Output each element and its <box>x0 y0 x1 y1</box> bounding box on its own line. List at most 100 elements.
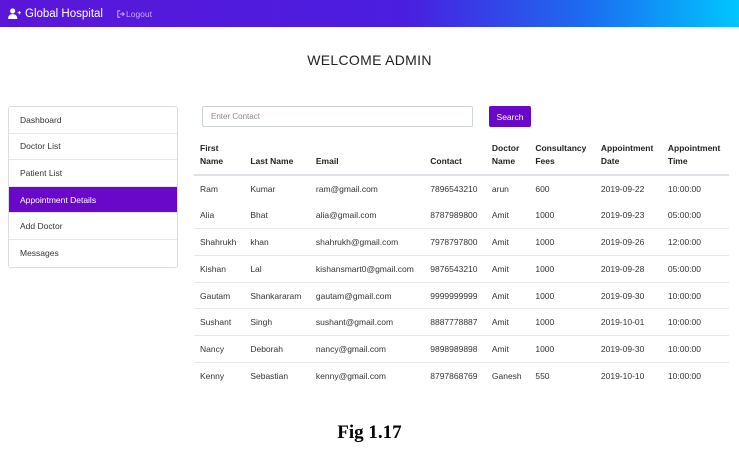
table-header-row: First Name Last Name Email Contact Doctor Name… <box>194 137 729 176</box>
column-header: Appointment Date <box>594 137 662 176</box>
table-cell: Shahrukh <box>194 228 245 256</box>
sidebar-item-label: Appointment Details <box>20 194 97 205</box>
table-cell: 8787989800 <box>430 209 478 220</box>
sidebar-item-patient-list[interactable]: Patient List <box>9 160 177 187</box>
column-header: Email <box>309 137 425 176</box>
sidebar-item-label: Patient List <box>20 167 63 178</box>
sidebar-item-label: Doctor List <box>20 141 61 152</box>
sidebar-item-label: Messages <box>20 248 59 259</box>
brand-link[interactable]: Global Hospital <box>8 8 103 20</box>
table-cell: Bhat <box>250 209 268 220</box>
table-cell: Amit <box>485 281 530 309</box>
table-cell: 1000 <box>529 335 595 363</box>
table-cell: 1000 <box>529 228 595 256</box>
table-cell: Nancy <box>194 335 245 363</box>
table-cell: Sebastian <box>244 362 310 390</box>
search-button[interactable]: Search <box>489 106 531 127</box>
page-title: WELCOME ADMIN <box>307 52 432 68</box>
table-row: Ram Kumar ram@gmail.com 7896543210 arun 600 20… <box>194 174 729 202</box>
table-cell: Kenny <box>194 362 245 390</box>
table-cell: 10:00:00 <box>661 362 729 390</box>
sidebar-item-add-doctor[interactable]: Add Doctor <box>9 213 177 240</box>
table-row: Nancy Deborah nancy@gmail.com 9898989898 Ami… <box>194 335 729 363</box>
table-cell: Shankararam <box>244 281 310 309</box>
table-cell: 2019-10-10 <box>594 362 662 390</box>
table-cell: ram@gmail.com <box>309 174 425 202</box>
table-cell: Ram <box>194 174 245 202</box>
table-cell: gautam@gmail.com <box>309 281 425 309</box>
table-cell: sushant@gmail.com <box>309 308 425 336</box>
table-cell: 2019-09-26 <box>594 228 662 256</box>
logout-label: Logout <box>125 8 152 19</box>
table-cell: 1000 <box>529 281 595 309</box>
navbar: Global Hospital Logout <box>0 0 739 27</box>
column-header: Last Name <box>244 137 310 176</box>
table-cell: 2019-10-01 <box>594 308 662 336</box>
table-cell: Singh <box>244 308 310 336</box>
table-cell: Kumar <box>244 174 310 202</box>
sidebar-item-appointment-details[interactable]: Appointment Details <box>9 186 177 214</box>
table-cell: 600 <box>529 174 595 202</box>
table-cell: Alia <box>200 209 215 220</box>
table-cell: 2019-09-30 <box>594 335 662 363</box>
table-cell: 05:00:00 <box>661 254 729 283</box>
table-cell: 9898989898 <box>424 335 486 363</box>
appointment-table: First Name Last Name Email Contact Doctor Name… <box>194 137 729 390</box>
table-cell: 2019-09-30 <box>594 281 662 309</box>
table-cell: Gautam <box>194 281 245 309</box>
table-cell: Amit <box>485 308 530 336</box>
figure-caption: Fig 1.17 <box>337 422 402 443</box>
logout-link[interactable]: Logout <box>117 9 152 19</box>
table-cell: 2019-09-28 <box>594 254 662 283</box>
sidebar-item-dashboard[interactable]: Dashboard <box>9 107 177 134</box>
column-header: Contact <box>424 137 486 176</box>
table-cell: 9876543210 <box>424 254 486 283</box>
table-cell: khan <box>244 228 310 256</box>
table-cell: kenny@gmail.com <box>309 362 425 390</box>
table-cell: Ganesh <box>485 362 530 390</box>
table-cell: Amit <box>485 335 530 363</box>
table-cell: 8797868769 <box>424 362 486 390</box>
table-cell: Amit <box>485 228 530 256</box>
table-cell: 12:00:00 <box>661 228 729 256</box>
table-cell: arun <box>485 174 530 202</box>
contact-search-input[interactable] <box>202 106 473 127</box>
sidebar-item-doctor-list[interactable]: Doctor List <box>9 133 177 161</box>
table-cell: 550 <box>529 362 595 390</box>
sidebar-item-label: Dashboard <box>20 114 62 125</box>
table-cell: 7896543210 <box>424 174 486 202</box>
table-cell: Amit <box>485 254 530 283</box>
table-cell: 7978797800 <box>424 228 486 256</box>
table-row: Alia Bhat alia@gmail.com 8787989800 Amit 1000… <box>194 202 729 229</box>
table-cell: kishansmart0@gmail.com <box>309 254 425 283</box>
sign-out-icon <box>117 9 125 18</box>
table-row: Kishan Lal kishansmart0@gmail.com 987654321… <box>194 254 729 283</box>
column-header: Consultancy Fees <box>529 137 595 176</box>
sidebar: Dashboard Doctor List Patient List Appoi… <box>8 106 178 268</box>
table-row: Kenny Sebastian kenny@gmail.com 8797868769 G… <box>194 362 729 390</box>
table-row: Shahrukh khan shahrukh@gmail.com 7978797800… <box>194 228 729 256</box>
brand-title: Global Hospital <box>25 7 103 20</box>
column-header: Appointment Time <box>661 137 729 176</box>
table-cell: Amit <box>491 209 509 220</box>
table-cell: 2019-09-22 <box>594 174 662 202</box>
table-cell: nancy@gmail.com <box>309 335 425 363</box>
table-cell: 2019-09-23 <box>600 209 645 220</box>
sidebar-item-label: Add Doctor <box>20 221 63 232</box>
table-cell: shahrukh@gmail.com <box>309 228 425 256</box>
table-cell: 8887778887 <box>424 308 486 336</box>
sidebar-item-messages[interactable]: Messages <box>9 239 177 267</box>
table-cell: 9999999999 <box>424 281 486 309</box>
user-plus-icon <box>8 8 21 19</box>
table-cell: 10:00:00 <box>661 335 729 363</box>
table-cell: 1000 <box>529 254 595 283</box>
table-cell: 05:00:00 <box>667 209 701 220</box>
table-cell: 10:00:00 <box>661 174 729 202</box>
table-cell: 1000 <box>535 209 555 220</box>
table-cell: 1000 <box>529 308 595 336</box>
table-cell: Sushant <box>194 308 245 336</box>
table-cell: alia@gmail.com <box>315 209 377 220</box>
table-cell: Kishan <box>194 254 245 283</box>
table-cell: 10:00:00 <box>661 281 729 309</box>
table-cell: Deborah <box>244 335 310 363</box>
